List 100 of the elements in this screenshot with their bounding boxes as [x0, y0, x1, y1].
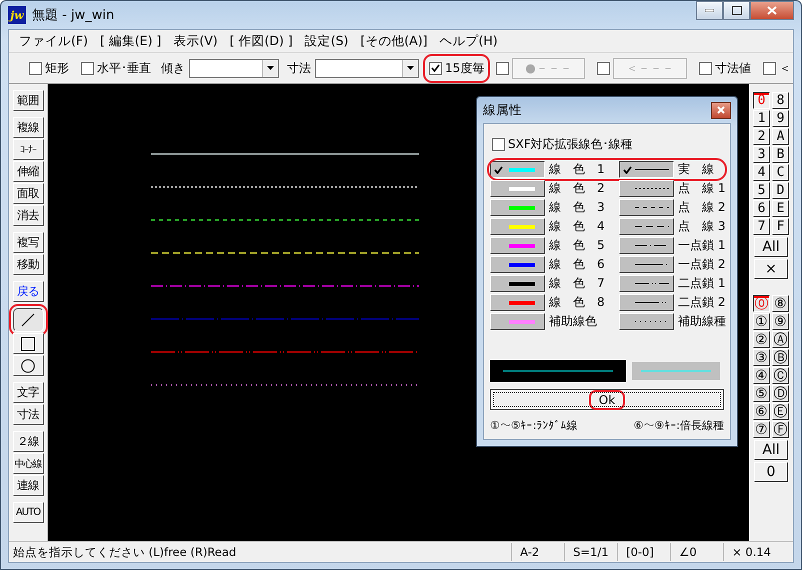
- layer-button[interactable]: Ⓕ: [772, 421, 789, 438]
- layer-button[interactable]: 0: [754, 462, 788, 482]
- layer-button[interactable]: Ⓒ: [772, 367, 789, 384]
- tool-button[interactable]: 複写: [12, 232, 44, 253]
- dropdown-field[interactable]: [315, 58, 419, 78]
- layer-group-button[interactable]: C: [772, 164, 789, 181]
- minimize-button[interactable]: [696, 1, 723, 20]
- line-type-button[interactable]: [619, 161, 674, 178]
- tool-button[interactable]: ｺｰﾅｰ: [12, 139, 44, 160]
- square-icon: [21, 336, 35, 350]
- layer-group-button[interactable]: 5: [753, 182, 770, 199]
- checkbox-label: ＜: [778, 60, 791, 76]
- tool-button[interactable]: 複線: [12, 117, 44, 138]
- maximize-icon: [732, 6, 742, 15]
- layer-group-button[interactable]: 8: [772, 92, 789, 109]
- line-color-button[interactable]: [490, 161, 545, 178]
- field-label: 傾き: [161, 60, 185, 76]
- checkbox-label: 15度毎: [445, 60, 484, 76]
- checkbox[interactable]: [762, 62, 776, 74]
- color-label: 線 色 4: [549, 218, 606, 235]
- color-label: 線 色 3: [549, 199, 606, 216]
- layer-button[interactable]: ③: [753, 349, 770, 366]
- checkbox-label: 矩形: [45, 60, 69, 76]
- circle-tool-button[interactable]: [12, 355, 44, 376]
- layer-group-button[interactable]: B: [772, 146, 789, 163]
- tool-button[interactable]: 面取: [12, 183, 44, 204]
- layer-button[interactable]: Ⓐ: [772, 331, 789, 348]
- tool-button[interactable]: AUTO: [12, 502, 44, 523]
- layer-group-button[interactable]: 2: [753, 128, 770, 145]
- layer-button[interactable]: Ⓔ: [772, 403, 789, 420]
- layer-group-button[interactable]: 6: [753, 200, 770, 217]
- tool-button[interactable]: 寸法: [12, 404, 44, 425]
- status-field: [0-0]: [617, 543, 670, 561]
- menu-item[interactable]: [ 作図(D) ]: [224, 30, 299, 52]
- drawing-canvas[interactable]: 線属性 SXF対応拡張線色･線種 線 色 1 実 線 線 色 2 点 線 1 線 色 3 点 線 2 線 色 4 点 線 3 線 色 5 一点鎖 1 線 色 6 一点鎖 2 線 色 7 二点鎖 1 線 色 8 二点鎖 2 補助線色 補助線種 Ok ①～⑤ｷｰ:ﾗﾝﾀﾞﾑ線 ⑥～⑨ｷｰ:倍長線種: [48, 84, 749, 541]
- line-type-label: 補助線種: [678, 313, 727, 330]
- layer-group-button[interactable]: F: [772, 218, 789, 235]
- layer-button[interactable]: Ⓑ: [772, 349, 789, 366]
- tool-button[interactable]: 中心線: [12, 453, 44, 474]
- layer-group-button[interactable]: 1: [753, 110, 770, 127]
- status-message: 始点を指示してください (L)free (R)Read: [12, 544, 238, 560]
- dropdown-field[interactable]: [189, 58, 279, 78]
- rectangle-tool-button[interactable]: [12, 333, 44, 354]
- layer-button[interactable]: ⑤: [753, 385, 770, 402]
- layer-group-button[interactable]: 9: [772, 110, 789, 127]
- layer-group-button[interactable]: 4: [753, 164, 770, 181]
- menu-item[interactable]: 設定(S): [298, 30, 354, 52]
- ok-button[interactable]: Ok: [490, 389, 724, 410]
- tool-button[interactable]: 文字: [12, 382, 44, 403]
- menu-item[interactable]: [ 編集(E) ]: [94, 30, 168, 52]
- check-icon: [623, 166, 632, 174]
- color-label: 線 色 7: [549, 275, 606, 292]
- checkbox-label: 寸法値: [714, 60, 751, 76]
- window-title: 無題 - jw_win: [32, 7, 116, 24]
- layer-button[interactable]: ⑧: [772, 295, 789, 312]
- close-button[interactable]: [711, 102, 731, 118]
- color-label: 線 色 8: [549, 294, 606, 311]
- menu-item[interactable]: [その他(A)]: [354, 30, 434, 52]
- checkbox[interactable]: [29, 62, 42, 74]
- line-type-label: 点 線 2: [678, 199, 726, 216]
- layer-button[interactable]: ①: [753, 313, 770, 330]
- layer-group-button[interactable]: E: [772, 200, 789, 217]
- menu-item[interactable]: ファイル(F): [13, 30, 94, 52]
- tool-button[interactable]: 移動: [12, 254, 44, 275]
- line-type-label: 二点鎖 2: [678, 294, 726, 311]
- layer-button[interactable]: ⑥: [753, 403, 770, 420]
- layer-group-button[interactable]: A: [772, 128, 789, 145]
- tool-button[interactable]: 消去: [12, 205, 44, 226]
- close-button[interactable]: [750, 1, 794, 20]
- menu-item[interactable]: 表示(V): [167, 30, 224, 52]
- checkbox[interactable]: [698, 62, 712, 74]
- layer-button[interactable]: ⑦: [753, 421, 770, 438]
- menu-item[interactable]: ヘルプ(H): [433, 30, 504, 52]
- checkbox-label: SXF対応拡張線色･線種: [508, 136, 633, 153]
- line-type-label: 実 線: [678, 161, 715, 178]
- layer-group-button[interactable]: 3: [753, 146, 770, 163]
- tool-button[interactable]: 範囲: [12, 90, 44, 111]
- undo-button[interactable]: 戻る: [12, 281, 44, 302]
- layer-button[interactable]: All: [754, 440, 788, 460]
- layer-button[interactable]: ②: [753, 331, 770, 348]
- layer-group-button[interactable]: ×: [754, 259, 788, 279]
- layer-button[interactable]: ④: [753, 367, 770, 384]
- layer-button[interactable]: Ⓓ: [772, 385, 789, 402]
- tool-button[interactable]: ２線: [12, 431, 44, 452]
- layer-group-button[interactable]: D: [772, 182, 789, 199]
- field-label: 寸法: [287, 60, 311, 76]
- close-icon: [717, 106, 725, 114]
- layer-group-button[interactable]: All: [754, 237, 788, 257]
- layer-button[interactable]: ⑨: [772, 313, 789, 330]
- tool-button[interactable]: 連線: [12, 475, 44, 496]
- line-type-label: 点 線 3: [678, 218, 726, 235]
- dropdown-arrow-icon: [267, 66, 274, 70]
- checkbox[interactable]: [492, 138, 505, 151]
- status-field: × 0.14: [723, 543, 779, 561]
- checkbox[interactable]: [81, 62, 94, 74]
- checkbox[interactable]: [429, 62, 442, 74]
- tool-button[interactable]: 伸縮: [12, 161, 44, 182]
- layer-group-button[interactable]: 7: [753, 218, 770, 235]
- preview-line: [641, 370, 711, 372]
- maximize-button[interactable]: [723, 1, 750, 20]
